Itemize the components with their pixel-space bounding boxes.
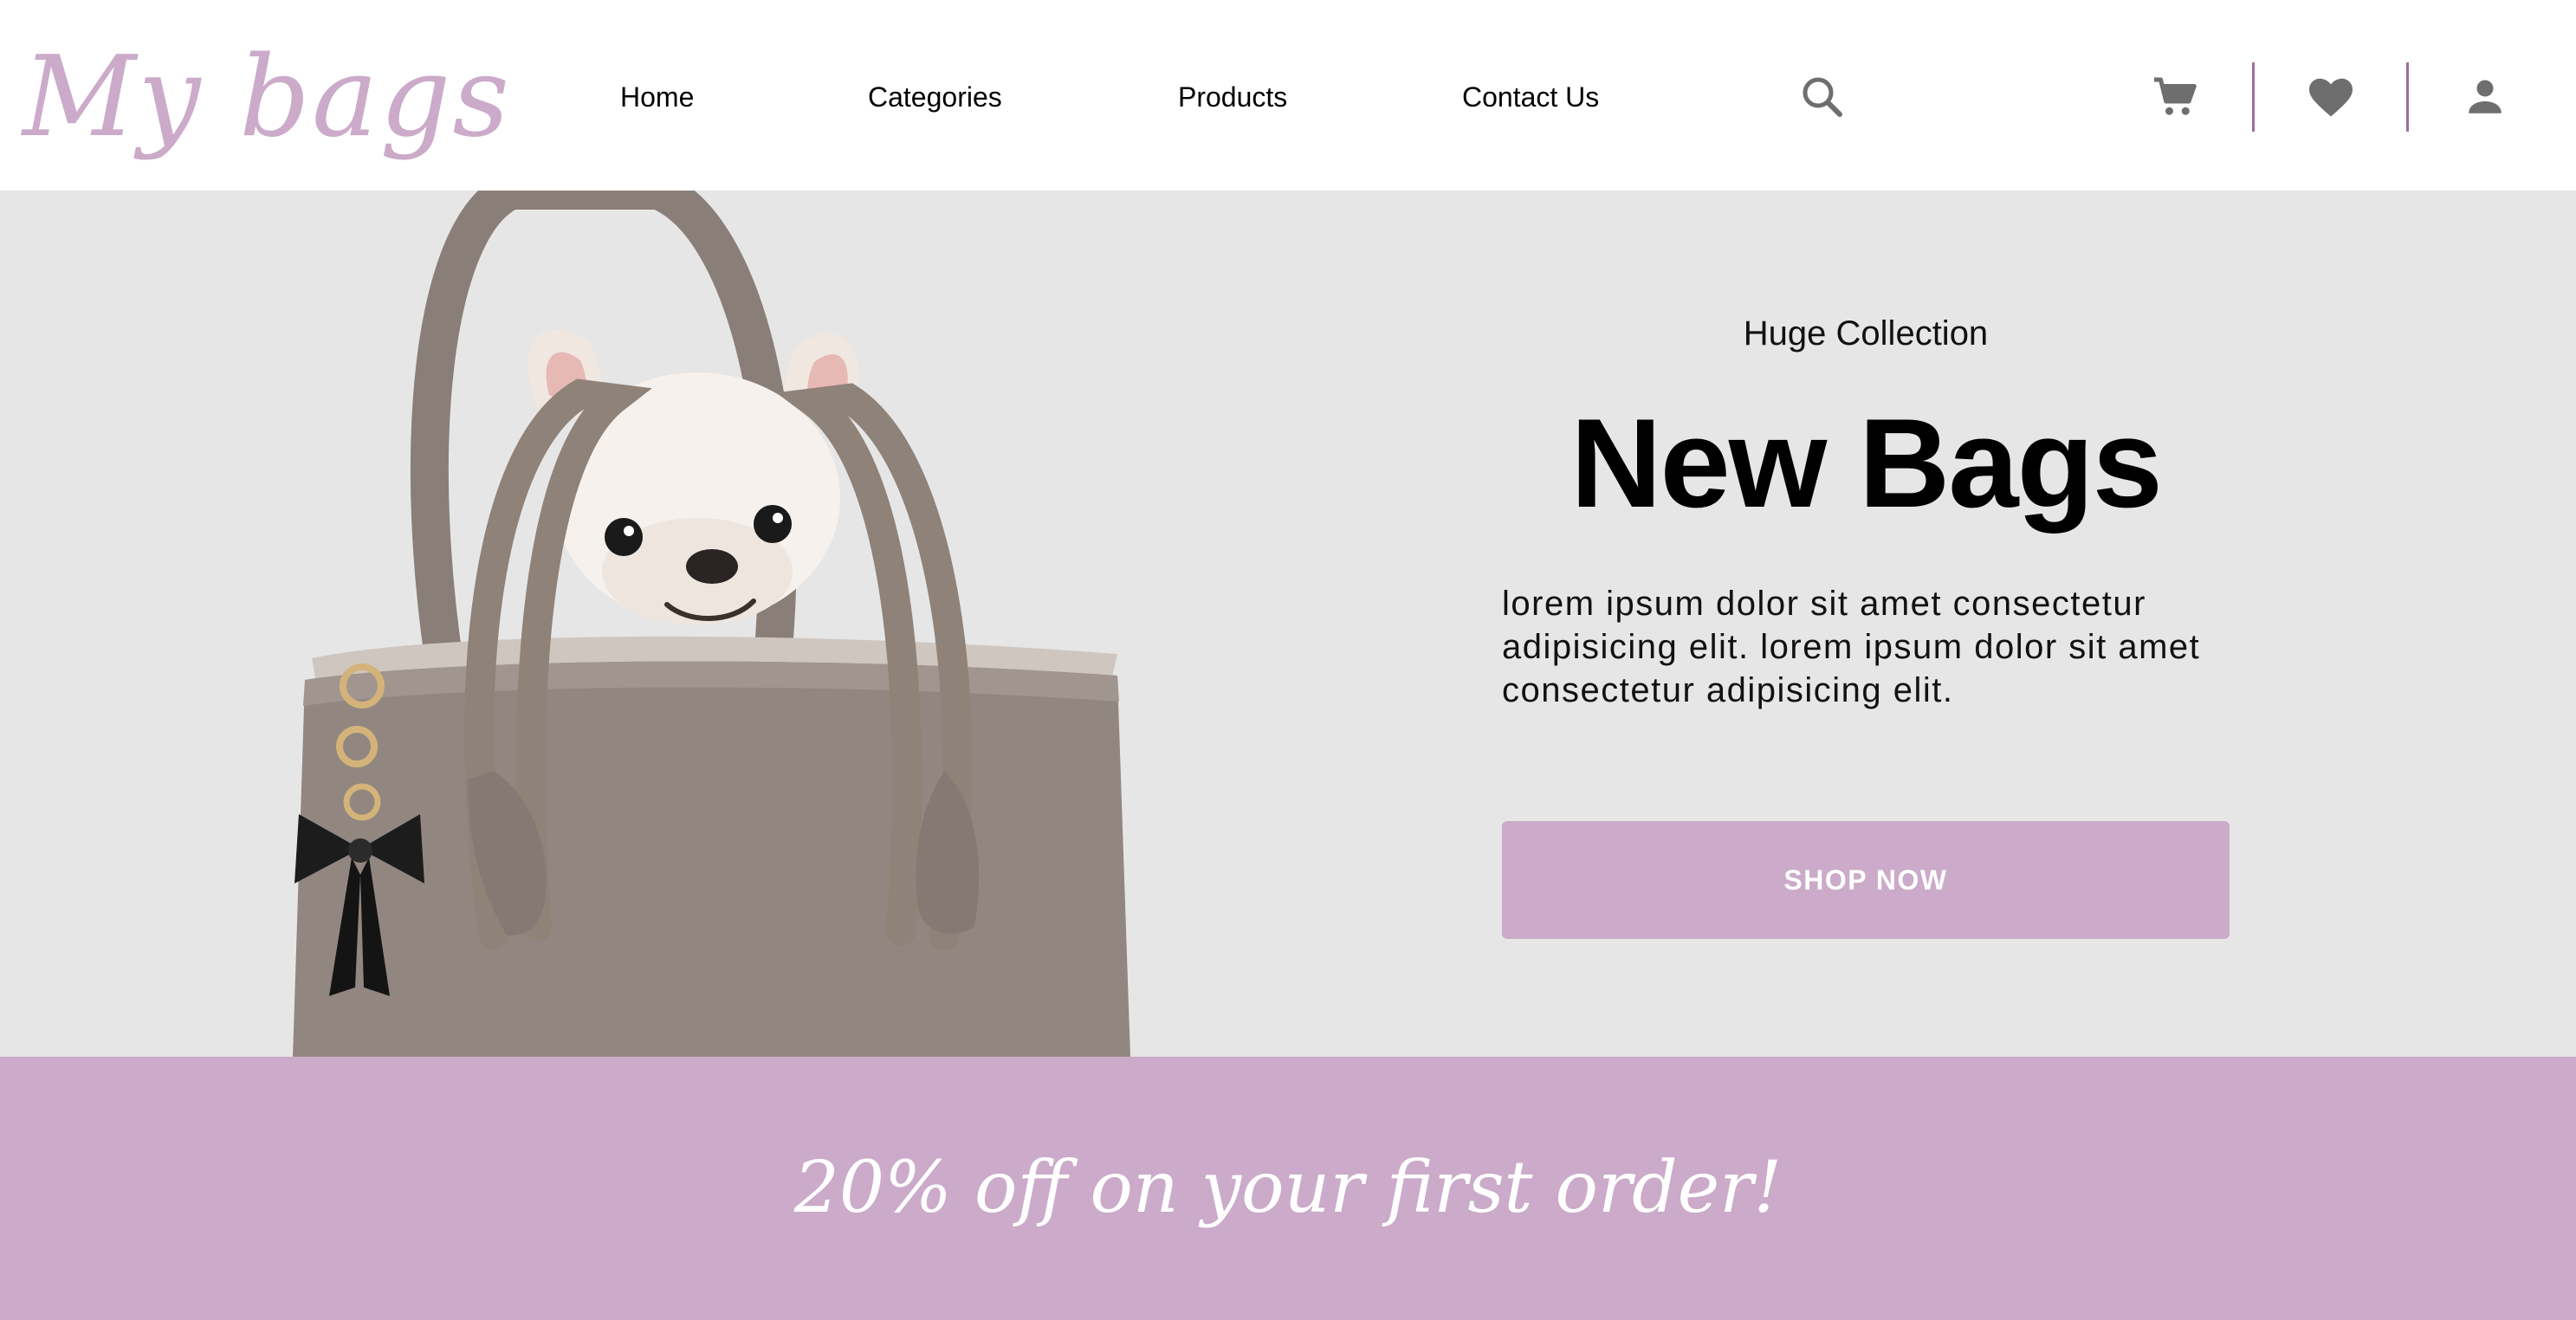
promo-text: 20% off on your first order! bbox=[793, 1147, 1783, 1229]
search-button[interactable] bbox=[1796, 71, 1848, 123]
bag-with-puppy-illustration bbox=[293, 191, 1130, 1057]
brand-logo[interactable]: My bags bbox=[23, 16, 509, 180]
hero-banner: Huge Collection New Bags lorem ipsum dol… bbox=[0, 191, 2576, 1057]
user-icon bbox=[2469, 80, 2502, 113]
nav-link-categories[interactable]: Categories bbox=[868, 80, 1002, 114]
cart-button[interactable] bbox=[2150, 71, 2202, 123]
promo-banner: 20% off on your first order! bbox=[0, 1057, 2576, 1320]
cart-icon bbox=[2154, 77, 2197, 115]
hero-eyebrow: Huge Collection bbox=[1743, 314, 1989, 353]
shop-now-button[interactable]: SHOP NOW bbox=[1502, 821, 2230, 939]
site-header: My bags Home Categories Products Contact… bbox=[0, 0, 2576, 191]
hero-image-dog-in-bag bbox=[260, 191, 1195, 1057]
wishlist-button[interactable] bbox=[2305, 71, 2357, 123]
account-button[interactable] bbox=[2459, 71, 2511, 123]
hero-description: lorem ipsum dolor sit amet consectetur a… bbox=[1502, 585, 2201, 709]
nav-link-products[interactable]: Products bbox=[1178, 80, 1287, 114]
nav-link-home[interactable]: Home bbox=[620, 80, 694, 114]
heart-icon bbox=[2309, 78, 2353, 117]
header-divider bbox=[2252, 62, 2255, 132]
header-divider bbox=[2406, 62, 2409, 132]
nav-link-contact-us[interactable]: Contact Us bbox=[1462, 80, 1599, 114]
search-icon bbox=[1803, 77, 1842, 117]
hero-title: New Bags bbox=[1570, 392, 2163, 534]
